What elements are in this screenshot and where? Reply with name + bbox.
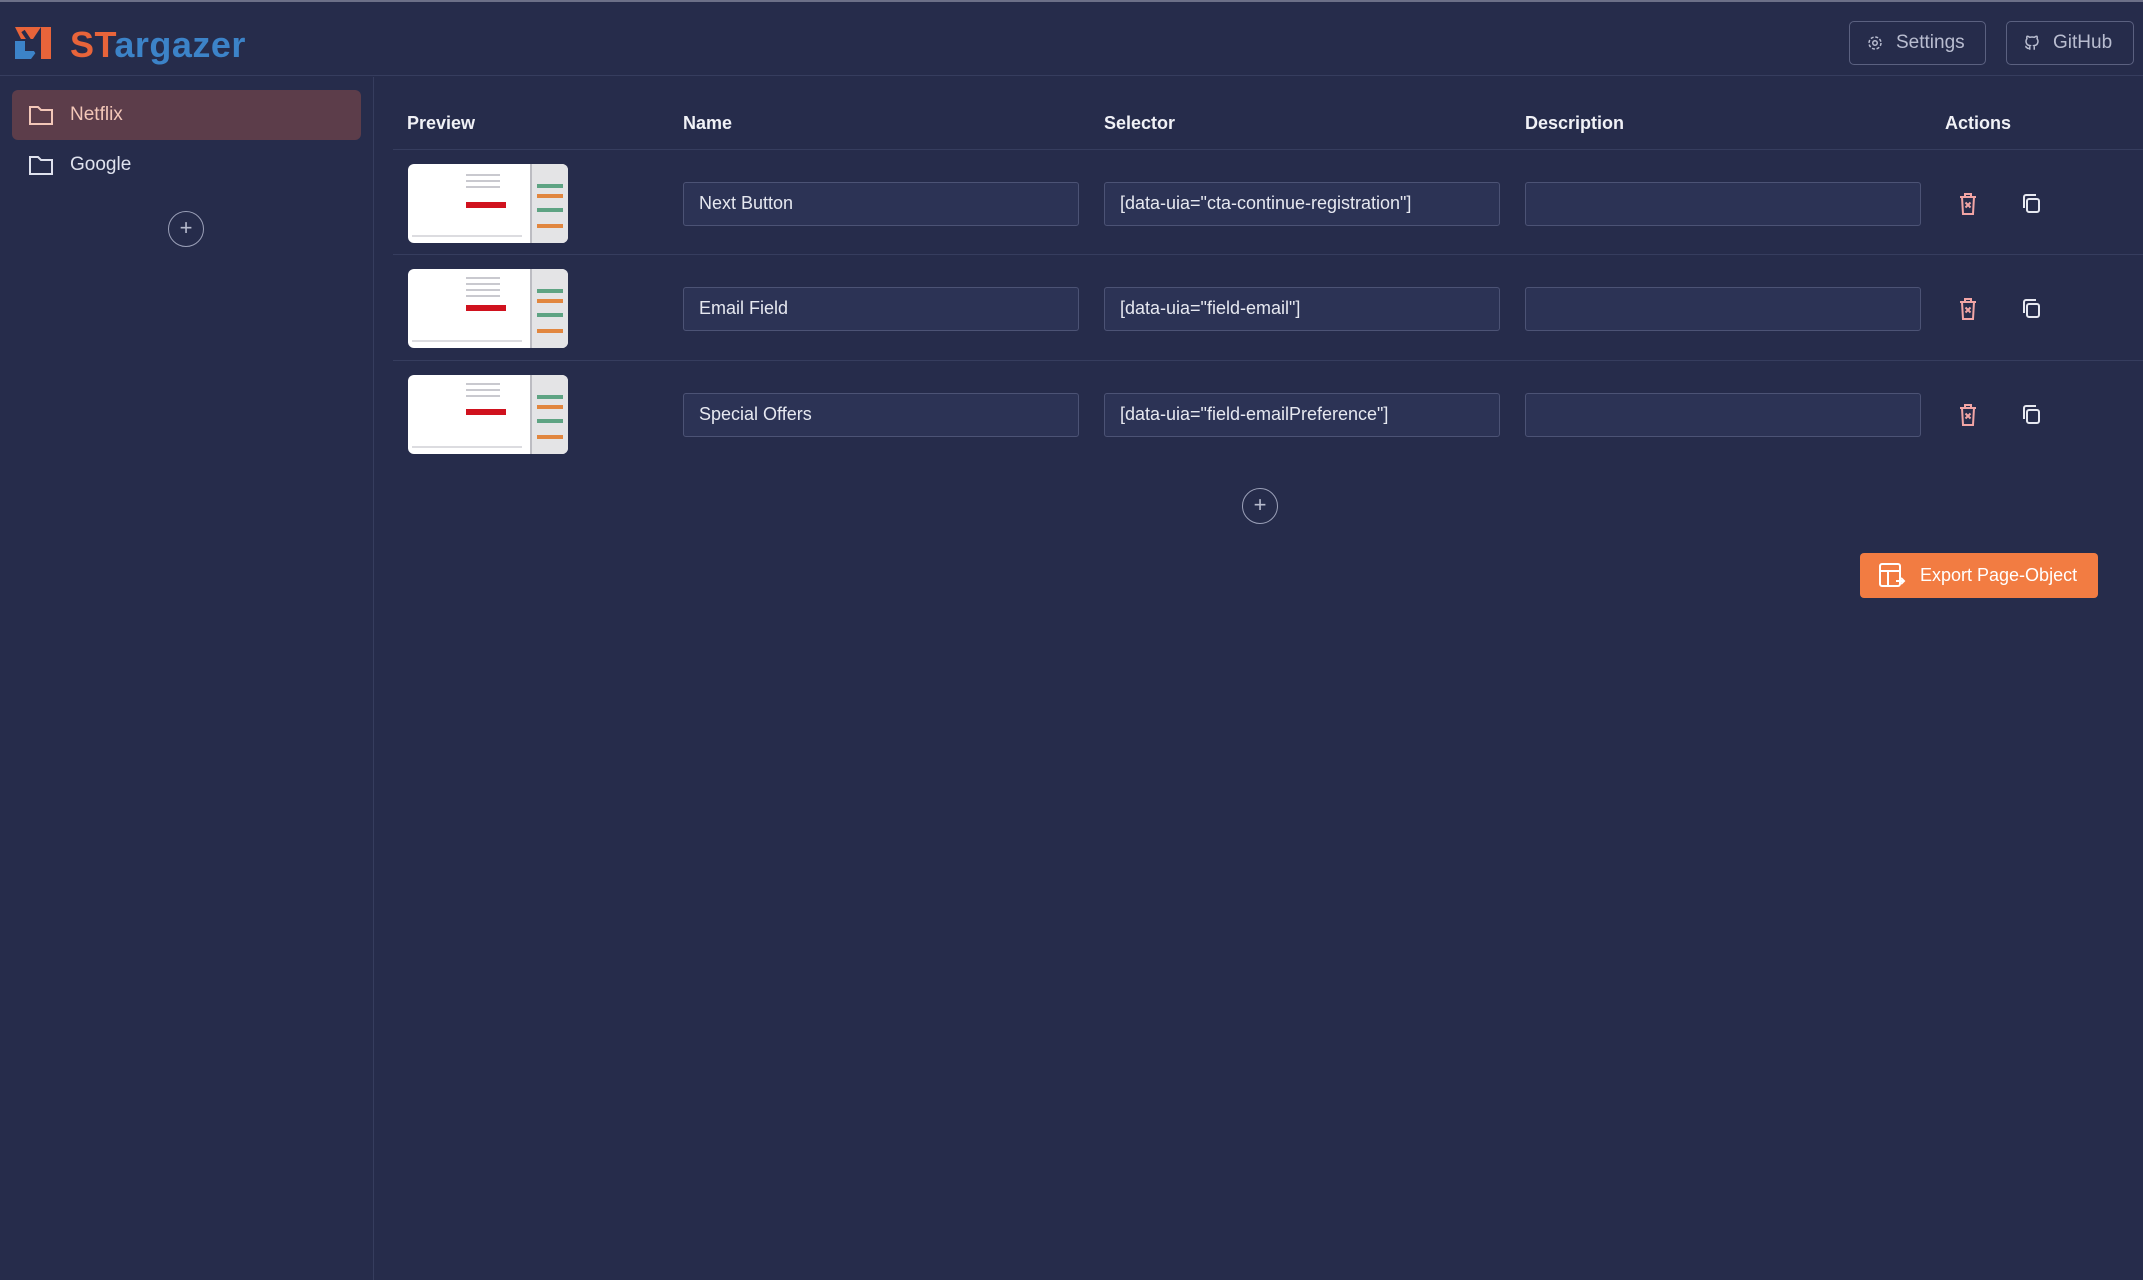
main-content: Preview Name Selector Description Action…: [375, 77, 2143, 1280]
delete-button[interactable]: [1957, 403, 1979, 427]
name-input[interactable]: Next Button: [683, 182, 1079, 226]
brand-part-1: ST: [70, 24, 115, 65]
export-page-object-button[interactable]: Export Page-Object: [1860, 553, 2098, 598]
settings-label: Settings: [1896, 32, 1965, 53]
description-input[interactable]: [1525, 393, 1921, 437]
plus-icon: +: [179, 215, 193, 240]
settings-button[interactable]: Settings: [1849, 21, 1986, 65]
app-brand-name: STargazer: [70, 24, 246, 66]
copy-button[interactable]: [2020, 297, 2042, 321]
table-row: Email Field [data-uia="field-email"]: [393, 255, 2143, 361]
add-folder-button[interactable]: +: [168, 211, 204, 247]
folder-icon: [29, 106, 53, 125]
export-label: Export Page-Object: [1920, 565, 2078, 585]
trash-icon: [1960, 193, 1976, 215]
plus-icon: +: [1253, 492, 1267, 517]
github-label: GitHub: [2053, 32, 2113, 53]
element-preview-thumbnail[interactable]: [408, 269, 568, 348]
gear-icon: [1868, 36, 1882, 50]
column-header-actions: Actions: [1945, 113, 2012, 133]
copy-icon: [2023, 194, 2040, 213]
copy-button[interactable]: [2020, 192, 2042, 216]
folder-icon: [29, 156, 53, 175]
column-header-description: Description: [1525, 113, 1625, 133]
selector-input[interactable]: [data-uia="field-emailPreference"]: [1104, 393, 1500, 437]
sidebar-item-google[interactable]: Google: [12, 140, 361, 190]
element-preview-thumbnail[interactable]: [408, 164, 568, 243]
github-icon: [2024, 35, 2039, 50]
copy-icon: [2023, 299, 2040, 318]
element-preview-thumbnail[interactable]: [408, 375, 568, 454]
name-input[interactable]: Special Offers: [683, 393, 1079, 437]
github-button[interactable]: GitHub: [2006, 21, 2134, 65]
copy-icon: [2023, 405, 2040, 424]
table-row: Next Button [data-uia="cta-continue-regi…: [393, 149, 2143, 255]
column-header-name: Name: [683, 113, 733, 133]
trash-icon: [1960, 404, 1976, 426]
brand-part-2: argazer: [114, 24, 246, 65]
description-input[interactable]: [1525, 287, 1921, 331]
selector-input[interactable]: [data-uia="cta-continue-registration"]: [1104, 182, 1500, 226]
delete-button[interactable]: [1957, 192, 1979, 216]
column-header-selector: Selector: [1104, 113, 1176, 133]
delete-button[interactable]: [1957, 297, 1979, 321]
name-input[interactable]: Email Field: [683, 287, 1079, 331]
table-export-icon: [1879, 562, 1906, 587]
column-header-preview: Preview: [407, 113, 476, 133]
copy-button[interactable]: [2020, 403, 2042, 427]
sidebar: Netflix Google +: [0, 77, 374, 1280]
stargazer-logo-icon: [15, 27, 51, 59]
description-input[interactable]: [1525, 182, 1921, 226]
app-header: STargazer Settings GitHub: [0, 2, 2143, 76]
table-row: Special Offers [data-uia="field-emailPre…: [393, 361, 2143, 467]
sidebar-item-netflix[interactable]: Netflix: [12, 90, 361, 140]
add-element-button[interactable]: +: [1242, 488, 1278, 524]
selector-input[interactable]: [data-uia="field-email"]: [1104, 287, 1500, 331]
sidebar-item-label: Netflix: [70, 104, 123, 125]
trash-icon: [1960, 298, 1976, 320]
sidebar-item-label: Google: [70, 154, 132, 175]
